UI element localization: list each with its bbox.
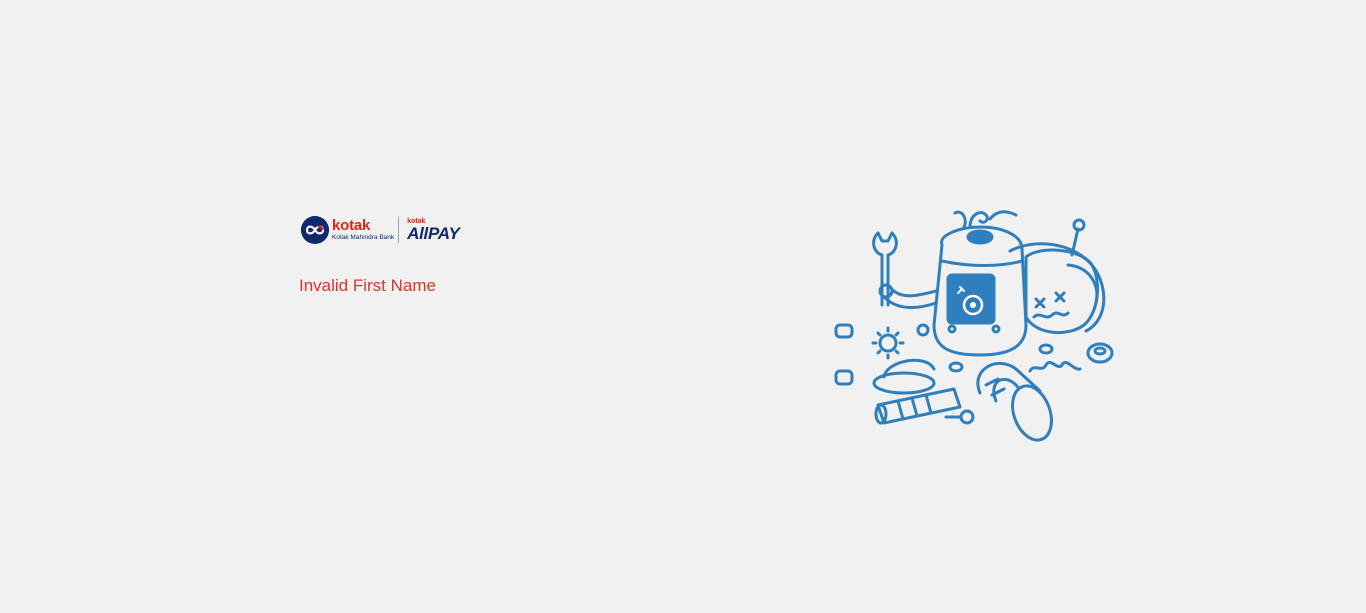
error-page: kotak Kotak Mahindra Bank kotak AllPAY I… <box>0 0 1366 613</box>
logo-divider <box>398 217 400 243</box>
kotak-infinity-icon <box>301 216 329 244</box>
bank-subtitle: Kotak Mahindra Bank <box>332 234 395 242</box>
error-message: Invalid First Name <box>299 276 436 295</box>
brand-logo: kotak Kotak Mahindra Bank kotak AllPAY <box>301 214 460 246</box>
kotak-wordmark: kotak Kotak Mahindra Bank <box>332 218 394 242</box>
allpay-name: AllPAY <box>407 224 460 243</box>
bank-name: kotak <box>332 217 371 235</box>
broken-robot-icon <box>830 205 1120 450</box>
allpay-logo: kotak AllPAY <box>407 218 460 243</box>
